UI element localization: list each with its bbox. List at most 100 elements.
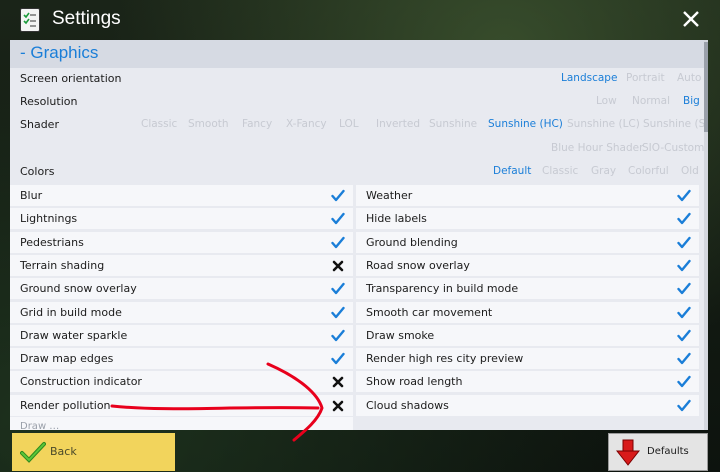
cross-icon (332, 377, 344, 388)
check-icon (677, 213, 691, 225)
toggle-label: Render high res city preview (366, 352, 524, 366)
option-shader-lol[interactable]: LOL (339, 118, 359, 130)
setting-label: Screen orientation (20, 72, 122, 85)
check-icon (331, 329, 345, 341)
toggle-row[interactable]: Blur (10, 185, 353, 206)
setting-row-resolution: Resolution Low Normal Big (10, 91, 704, 113)
option-shader-sunshine-hc[interactable]: Sunshine (HC) (488, 118, 563, 130)
toggle-label: Terrain shading (20, 258, 105, 272)
toggle-row[interactable]: Road snow overlay (356, 254, 699, 276)
cross-icon (332, 400, 344, 411)
setting-row-shader: Shader Classic Smooth Fancy X-Fancy LOL … (10, 114, 708, 160)
check-icon (677, 236, 691, 248)
toggle-row[interactable]: Draw water sparkle (10, 324, 353, 346)
option-landscape[interactable]: Landscape (561, 72, 617, 84)
check-icon (677, 259, 691, 272)
toggle-row[interactable]: Show road length (356, 371, 699, 393)
graphics-section-header[interactable]: - Graphics (10, 40, 704, 68)
toggle-label: Construction indicator (20, 375, 142, 389)
setting-label: Colors (20, 165, 55, 178)
defaults-label: Defaults (647, 446, 689, 457)
toggle-label: Draw smoke (366, 328, 435, 342)
check-icon (677, 376, 691, 388)
toggle-row[interactable]: Pedestrians (10, 231, 353, 253)
option-portrait[interactable]: Portrait (626, 72, 665, 84)
option-shader-inverted[interactable]: Inverted (376, 118, 420, 130)
close-icon (683, 11, 699, 27)
option-colors-default[interactable]: Default (493, 165, 531, 177)
option-auto[interactable]: Auto (677, 72, 701, 84)
toggle-label: Smooth car movement (366, 305, 493, 319)
toggle-row[interactable]: Ground snow overlay (10, 278, 353, 300)
toggle-label: Cloud shadows (366, 398, 449, 412)
check-icon (331, 352, 345, 365)
setting-row-colors: Colors Default Classic Gray Colorful Old (10, 161, 704, 183)
toggle-row[interactable]: Draw map edges (10, 348, 353, 370)
check-icon (677, 399, 691, 411)
check-icon (331, 282, 345, 295)
toggle-label: Pedestrians (20, 235, 84, 249)
toggle-row[interactable]: Terrain shading (10, 254, 353, 276)
toggle-row[interactable]: Ground blending (356, 231, 699, 253)
scrollbar-thumb[interactable] (704, 42, 708, 132)
toggle-label: Blur (20, 189, 43, 202)
toggle-row[interactable]: Smooth car movement (356, 301, 699, 323)
toggle-row[interactable]: Lightnings (10, 208, 353, 230)
check-icon (677, 282, 691, 295)
toggle-label: Weather (366, 189, 413, 202)
option-shader-classic[interactable]: Classic (141, 118, 177, 130)
option-shader-x-fancy[interactable]: X-Fancy (286, 118, 327, 130)
option-shader-blue-hour[interactable]: Blue Hour Shader (551, 142, 643, 154)
toggle-label: Ground blending (366, 235, 458, 249)
option-normal[interactable]: Normal (632, 95, 670, 107)
toggle-label: Road snow overlay (366, 258, 470, 272)
back-button[interactable]: Back (12, 433, 175, 471)
toggle-label: Show road length (366, 375, 463, 389)
toggle-row[interactable]: Construction indicator (10, 371, 353, 393)
option-shader-sunshine[interactable]: Sunshine (429, 118, 477, 130)
toggle-row-partial[interactable]: Draw … (10, 417, 353, 430)
option-colors-classic[interactable]: Classic (542, 165, 578, 177)
down-arrow-icon (616, 439, 640, 466)
settings-app-icon (20, 8, 40, 32)
toggle-label: Ground snow overlay (20, 282, 137, 296)
setting-label: Shader (20, 118, 59, 131)
toggle-row[interactable]: Weather (356, 185, 699, 206)
check-icon (331, 306, 345, 318)
option-colors-old[interactable]: Old (681, 165, 699, 177)
toggle-row[interactable]: Render high res city preview (356, 348, 699, 370)
toggle-row[interactable]: Render pollution (10, 394, 353, 416)
scrollbar[interactable] (704, 40, 708, 430)
option-shader-sunshine-s[interactable]: Sunshine (S) (643, 118, 708, 130)
toggle-label: Grid in build mode (20, 305, 122, 319)
close-button[interactable] (678, 6, 704, 32)
option-shader-sio-custom[interactable]: SIO-Custom (642, 142, 704, 154)
toggle-label: Draw water sparkle (20, 328, 128, 342)
settings-panel: - Graphics Screen orientation Landscape … (10, 40, 708, 430)
option-shader-smooth[interactable]: Smooth (188, 118, 229, 130)
option-colors-colorful[interactable]: Colorful (628, 165, 669, 177)
toggle-row[interactable]: Draw smoke (356, 324, 699, 346)
back-label: Back (50, 445, 77, 458)
setting-row-screen-orientation: Screen orientation Landscape Portrait Au… (10, 68, 704, 90)
title-bar: Settings (0, 0, 720, 40)
toggle-row[interactable]: Grid in build mode (10, 301, 353, 323)
defaults-button[interactable]: Defaults (608, 433, 708, 471)
window-title: Settings (52, 8, 121, 29)
toggle-row[interactable]: Hide labels (356, 208, 699, 230)
option-shader-sunshine-lc[interactable]: Sunshine (LC) (567, 118, 640, 130)
option-low[interactable]: Low (596, 95, 617, 107)
toggle-row[interactable]: Cloud shadows (356, 394, 699, 416)
section-title: - Graphics (20, 43, 99, 62)
option-colors-gray[interactable]: Gray (591, 165, 616, 177)
setting-label: Resolution (20, 95, 78, 108)
toggle-label: Lightnings (20, 212, 78, 226)
checkmark-icon (20, 442, 46, 463)
check-icon (677, 329, 691, 341)
check-icon (677, 189, 691, 202)
option-big[interactable]: Big (683, 95, 700, 107)
cross-icon (332, 260, 344, 272)
option-shader-fancy[interactable]: Fancy (242, 118, 272, 130)
check-icon (331, 189, 345, 202)
toggle-row[interactable]: Transparency in build mode (356, 278, 699, 300)
